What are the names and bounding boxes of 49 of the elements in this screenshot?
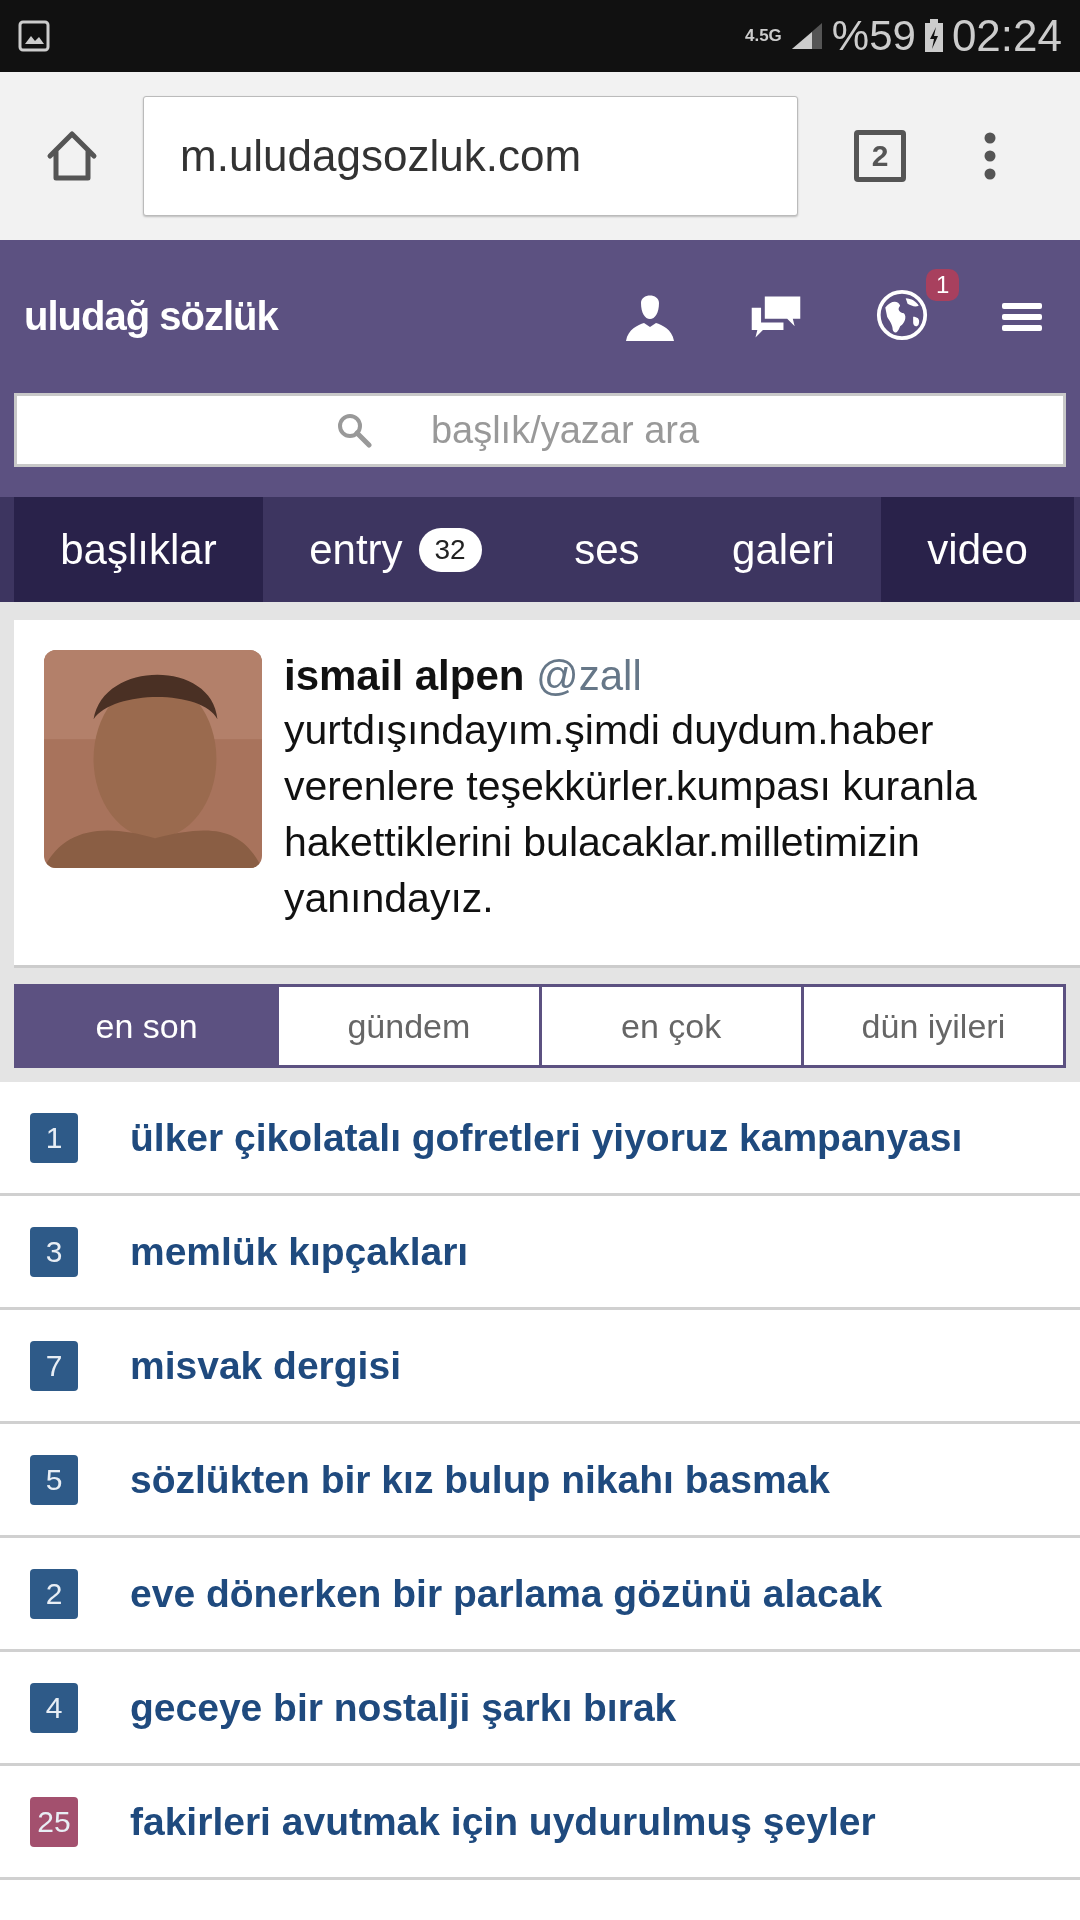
filter-tab[interactable]: dün iyileri [800,987,1063,1065]
entry-count: 2 [30,1568,78,1619]
entry-count: 4 [30,1682,78,1733]
clock: 02:24 [951,11,1062,61]
logo[interactable]: uludağ sözlük [24,294,278,339]
image-icon [18,20,50,52]
url-field[interactable]: m.uludagsozluk.com [143,96,798,216]
tweet-text: hakettiklerini bulacaklar.milletimizin [284,818,921,867]
topic-row[interactable]: 25 fakirleri avutmak için uydurulmuş şeyler [0,1766,1080,1880]
topic-title: fakirleri avutmak için uydurulmuş şeyler [130,1799,876,1844]
nav-tab[interactable]: başlıklar [14,497,263,602]
battery-label: %59 [831,12,916,60]
nav-tab[interactable]: entry 32 [262,497,528,602]
filter-tab[interactable]: en son [17,987,277,1065]
entry-count: 7 [30,1340,78,1391]
topic-title: memlük kıpçakları [130,1229,469,1274]
topic-row[interactable]: 1 ülker çikolatalı gofretleri yiyoruz kampanyası [0,1082,1080,1196]
tweet-text: yanındayız. [284,874,495,923]
tweet-text: verenlere teşekkürler.kumpası kuranla [284,762,977,811]
topic-title: ülker çikolatalı gofretleri yiyoruz kampanyası [130,1115,963,1160]
nav-tab[interactable]: galeri [685,497,882,602]
filter-tab[interactable]: gündem [276,987,539,1065]
search-icon [336,412,372,448]
tab-count-button[interactable]: 2 [854,130,906,182]
nav-tab[interactable]: video [881,497,1074,602]
topic-row[interactable]: 3 memlük kıpçakları [0,1196,1080,1310]
author-name[interactable]: ismail alpen [284,652,525,699]
search-field[interactable]: başlık/yazar ara [14,393,1066,467]
tweet-text: yurtdışındayım.şimdi duydum.haber [284,706,935,755]
topic-row[interactable]: 5 sözlükten bir kız bulup nikahı basmak [0,1424,1080,1538]
network-label: 4.5G [744,26,782,46]
entry-count: 1 [30,1112,78,1163]
notification-badge: 1 [926,268,960,301]
entry-count: 3 [30,1226,78,1277]
globe-icon[interactable] [874,288,930,341]
author-handle[interactable]: @zall [536,652,642,699]
topic-title: misvak dergisi [130,1343,401,1388]
more-icon[interactable] [984,132,996,180]
topic-title: eve dönerken bir parlama gözünü alacak [130,1571,883,1616]
entry-count: 25 [30,1796,78,1847]
topic-row[interactable]: 2 eve dönerken bir parlama gözünü alacak [0,1538,1080,1652]
entry-count: 5 [30,1454,78,1505]
topic-title: sözlükten bir kız bulup nikahı basmak [130,1457,830,1502]
filter-tab[interactable]: en çok [538,987,801,1065]
topic-title: geceye bir nostalji şarkı bırak [130,1685,677,1730]
topic-row[interactable]: 4 geceye bir nostalji şarkı bırak [0,1652,1080,1766]
topic-row[interactable]: 7 misvak dergisi [0,1310,1080,1424]
battery-icon [923,19,944,53]
nav-tab[interactable]: ses [527,497,686,602]
